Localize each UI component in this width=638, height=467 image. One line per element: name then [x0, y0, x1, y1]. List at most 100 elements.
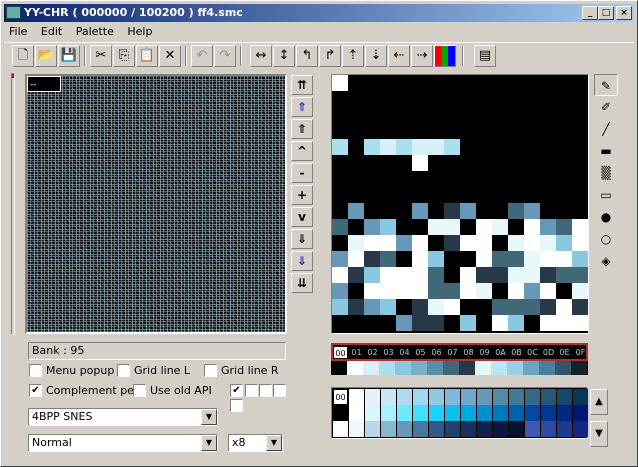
edit-pixel[interactable] [540, 267, 556, 283]
tile-editor[interactable] [331, 74, 589, 334]
edit-pixel[interactable] [348, 267, 364, 283]
edit-pixel[interactable] [396, 267, 412, 283]
edit-pixel[interactable] [364, 219, 380, 235]
chr-viewer[interactable]: -- [25, 74, 287, 334]
edit-pixel[interactable] [492, 315, 508, 331]
edit-pixel[interactable] [556, 299, 572, 315]
edit-pixel[interactable] [412, 315, 428, 331]
color-swatch[interactable] [397, 389, 412, 405]
palette-index-cell[interactable]: 04 [397, 346, 412, 359]
edit-pixel[interactable] [556, 267, 572, 283]
edit-pixel[interactable] [572, 251, 588, 267]
edit-pixel[interactable] [572, 267, 588, 283]
pen-icon[interactable]: ✎ [594, 74, 618, 96]
edit-pixel[interactable] [412, 251, 428, 267]
scroll-up-button[interactable]: ^ [291, 141, 313, 161]
edit-pixel[interactable] [540, 315, 556, 331]
palette-scroll-down-button[interactable]: ▼ [590, 421, 608, 447]
edit-pixel[interactable] [380, 219, 396, 235]
edit-pixel[interactable] [364, 251, 380, 267]
color-swatch[interactable] [397, 421, 412, 437]
edit-pixel[interactable] [476, 299, 492, 315]
palette-index-cell[interactable]: 07 [445, 346, 460, 359]
color-swatch[interactable] [477, 389, 492, 405]
edit-pixel[interactable] [476, 283, 492, 299]
edit-pixel[interactable] [460, 283, 476, 299]
color-swatch[interactable] [493, 405, 508, 421]
color-swatch[interactable] [397, 405, 412, 421]
scroll-page-up-button[interactable]: ⇑ [291, 97, 313, 117]
edit-pixel[interactable] [396, 315, 412, 331]
edit-pixel[interactable] [380, 139, 396, 155]
edit-pixel[interactable] [508, 267, 524, 283]
edit-pixel[interactable] [428, 203, 444, 219]
edit-pixel[interactable] [412, 219, 428, 235]
color-swatch[interactable] [525, 389, 540, 405]
edit-pixel[interactable] [444, 203, 460, 219]
palette-index-cell[interactable]: 06 [429, 346, 444, 359]
edit-pixel[interactable] [444, 139, 460, 155]
dither-icon[interactable]: ▒ [594, 162, 618, 184]
shift-left-icon[interactable]: ⇠ [388, 45, 410, 67]
edit-pixel[interactable] [508, 315, 524, 331]
palette-index-cell[interactable]: 01 [349, 346, 364, 359]
edit-pixel[interactable] [380, 251, 396, 267]
edit-pixel[interactable] [540, 251, 556, 267]
color-swatch[interactable] [333, 421, 348, 437]
edit-pixel[interactable] [348, 203, 364, 219]
palette-swatch[interactable] [571, 361, 587, 375]
color-swatch[interactable] [349, 389, 364, 405]
edit-pixel[interactable] [428, 139, 444, 155]
edit-pixel[interactable] [556, 315, 572, 331]
edit-pixel[interactable] [364, 235, 380, 251]
color-swatch[interactable] [557, 421, 572, 437]
edit-pixel[interactable] [332, 283, 348, 299]
edit-pixel[interactable] [460, 267, 476, 283]
palette-index-cell[interactable]: 08 [461, 346, 476, 359]
line-icon[interactable]: ╱ [594, 118, 618, 140]
color-swatch[interactable] [477, 421, 492, 437]
color-swatch[interactable] [429, 421, 444, 437]
edit-pixel[interactable] [396, 203, 412, 219]
edit-pixel[interactable] [444, 235, 460, 251]
color-swatch[interactable] [381, 389, 396, 405]
palette-swatch[interactable] [363, 361, 379, 375]
edit-pixel[interactable] [444, 267, 460, 283]
palette-swatch[interactable] [491, 361, 507, 375]
scroll-bottom-button[interactable]: ⇊ [291, 273, 313, 293]
edit-pixel[interactable] [492, 235, 508, 251]
menu-edit[interactable]: Edit [36, 23, 67, 41]
edit-pixel[interactable] [508, 251, 524, 267]
color-swatch[interactable] [429, 389, 444, 405]
edit-pixel[interactable] [412, 235, 428, 251]
palette-swatch[interactable] [475, 361, 491, 375]
edit-pixel[interactable] [556, 219, 572, 235]
palette-swatch[interactable] [347, 361, 363, 375]
color-swatch[interactable] [365, 389, 380, 405]
edit-pixel[interactable] [476, 315, 492, 331]
edit-pixel[interactable] [476, 267, 492, 283]
palette-index-cell[interactable]: 0F [573, 346, 588, 359]
edit-pixel[interactable] [412, 283, 428, 299]
color-swatch[interactable] [413, 421, 428, 437]
edit-pixel[interactable] [332, 139, 348, 155]
color-swatch[interactable] [525, 421, 540, 437]
edit-pixel[interactable] [556, 251, 572, 267]
color-swatch[interactable] [557, 389, 572, 405]
edit-pixel[interactable] [380, 315, 396, 331]
edit-pixel[interactable] [572, 235, 588, 251]
palette-index-cell[interactable]: 00 [333, 346, 348, 359]
extra-checkbox-3[interactable] [259, 384, 272, 397]
edit-pixel[interactable] [348, 315, 364, 331]
edit-pixel[interactable] [364, 203, 380, 219]
edit-pixel[interactable] [332, 267, 348, 283]
edit-pixel[interactable] [444, 251, 460, 267]
palette-swatch[interactable] [459, 361, 475, 375]
edit-pixel[interactable] [556, 283, 572, 299]
edit-pixel[interactable] [412, 203, 428, 219]
edit-pixel[interactable] [380, 267, 396, 283]
edit-pixel[interactable] [364, 299, 380, 315]
edit-pixel[interactable] [508, 283, 524, 299]
color-swatch[interactable] [445, 389, 460, 405]
edit-pixel[interactable] [476, 251, 492, 267]
